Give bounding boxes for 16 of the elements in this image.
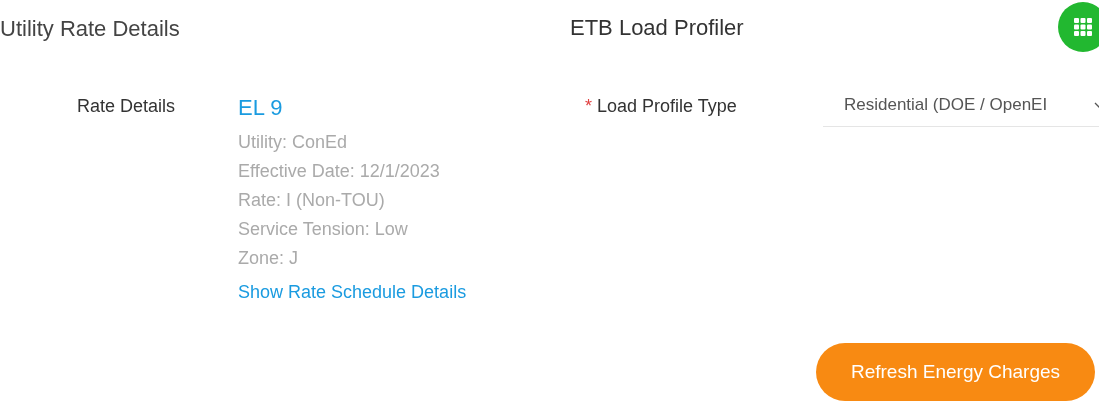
grid-icon: [1074, 18, 1092, 36]
section-title: ETB Load Profiler: [570, 14, 744, 42]
detail-text: Zone: J: [238, 247, 300, 270]
detail-text: Effective Date: 12/1/2023: [238, 160, 441, 183]
field-label: Rate Details: [77, 95, 177, 117]
detail-text: Service Tension: Low: [238, 218, 409, 241]
refresh-button[interactable]: Refresh Energy Charges: [816, 343, 1095, 401]
required-mark: *: [585, 95, 592, 117]
detail-text: Utility: ConEd: [238, 131, 349, 154]
detail-text: Rate: I (Non-TOU): [238, 189, 386, 212]
profile-type-select[interactable]: Residential (DOE / OpenEI: [823, 83, 1099, 127]
rate-name: EL 9: [238, 94, 284, 122]
field-label: Load Profile Type: [597, 95, 737, 117]
rate-schedule-link[interactable]: Show Rate Schedule Details: [238, 279, 467, 306]
section-title: Utility Rate Details: [0, 15, 180, 43]
apps-button[interactable]: [1058, 2, 1099, 52]
